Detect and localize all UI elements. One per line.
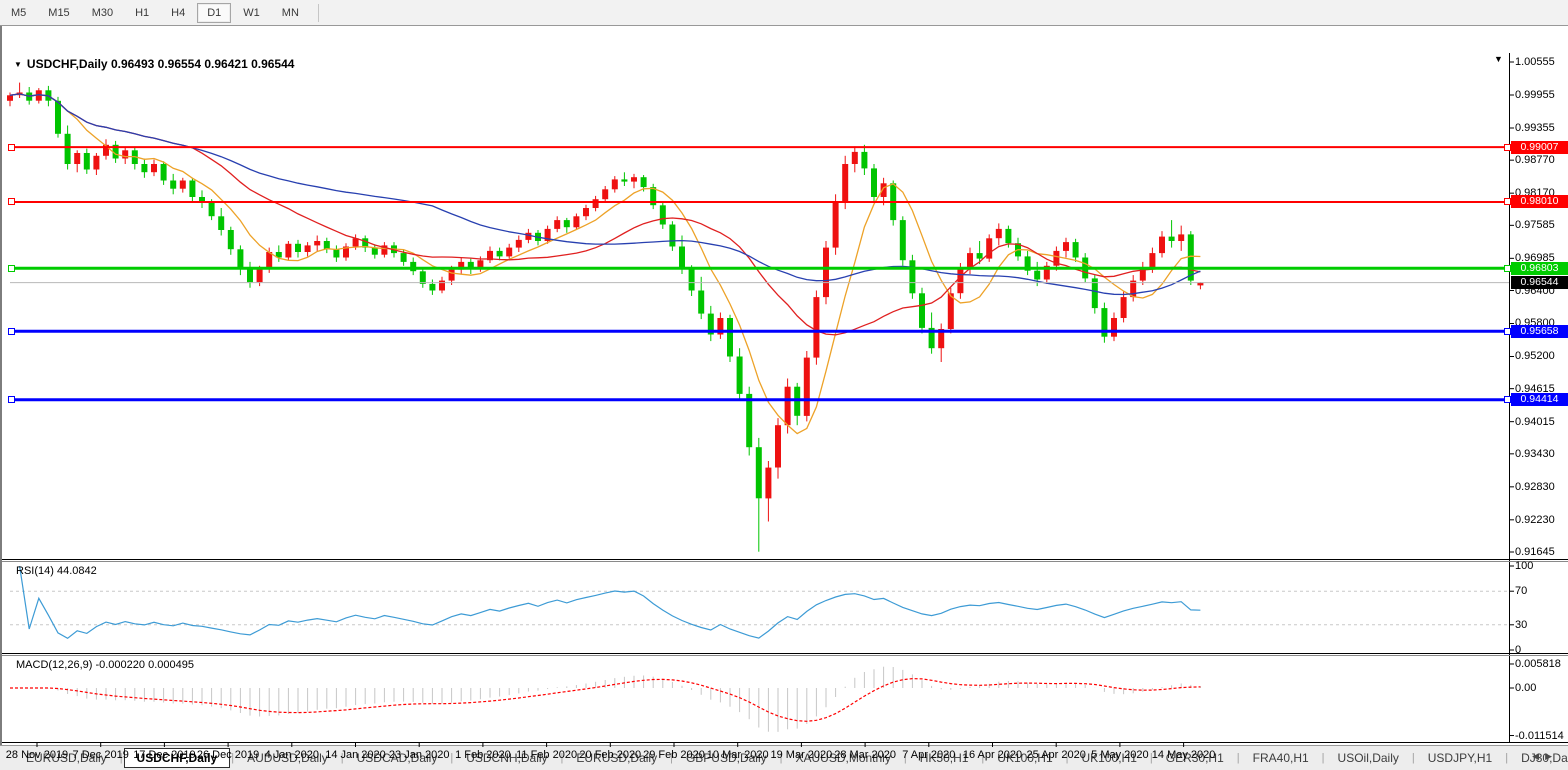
chart-title: USDCHF,Daily 0.96493 0.96554 0.96421 0.9… (27, 57, 295, 71)
price-axis-label: 0.92230 (1515, 514, 1555, 526)
level-line-handle[interactable] (1504, 396, 1511, 403)
rsi-axis-label: 0 (1515, 644, 1521, 656)
price-axis-label: 0.97585 (1515, 219, 1555, 231)
price-axis-label: 0.93430 (1515, 448, 1555, 460)
macd-axis-label: 0.005818 (1515, 658, 1561, 670)
price-axis-label: 0.94015 (1515, 416, 1555, 428)
macd-axis-label: 0.00 (1515, 682, 1536, 694)
timeframe-button-M15[interactable]: M15 (38, 3, 79, 23)
price-level-badge-0.98010: 0.98010 (1511, 195, 1568, 208)
price-axis-label: 0.92830 (1515, 481, 1555, 493)
level-line-handle[interactable] (1504, 198, 1511, 205)
price-axis-label: 0.91645 (1515, 546, 1555, 558)
ma-line-medium (10, 94, 1200, 335)
tab-scroll-left-icon[interactable]: ◀ (1532, 751, 1545, 761)
timeframe-button-H1[interactable]: H1 (125, 3, 159, 23)
macd-indicator-label: MACD(12,26,9) -0.000220 0.000495 (16, 659, 194, 671)
price-axis-label: 0.99355 (1515, 122, 1555, 134)
chart-tab-USDJPY-H1[interactable]: USDJPY,H1 (1416, 748, 1504, 768)
timeframe-button-M5[interactable]: M5 (1, 3, 36, 23)
timeframe-button-M30[interactable]: M30 (82, 3, 123, 23)
level-line-handle[interactable] (8, 265, 15, 272)
ma-line-fast (10, 94, 1200, 434)
level-line-handle[interactable] (8, 328, 15, 335)
level-line-handle[interactable] (8, 144, 15, 151)
price-axis-label: 0.99955 (1515, 89, 1555, 101)
tab-scroll-right-icon[interactable]: ▶ (1545, 751, 1558, 761)
tab-scroll-arrows: ◀▶ (1532, 751, 1558, 762)
timeframe-button-W1[interactable]: W1 (233, 3, 270, 23)
candlestick-series (7, 83, 1203, 552)
price-axis-label: 0.95200 (1515, 350, 1555, 362)
price-axis-label: 0.98770 (1515, 154, 1555, 166)
ma-line-slow (10, 94, 1200, 295)
toolbar-separator (318, 4, 319, 22)
timeframe-button-D1[interactable]: D1 (197, 3, 231, 23)
chart-canvas (2, 26, 1568, 770)
price-level-badge-0.96803: 0.96803 (1511, 262, 1568, 275)
rsi-axis-label: 70 (1515, 585, 1527, 597)
level-line-handle[interactable] (1504, 328, 1511, 335)
date-axis-label: 14 May 2020 (1139, 749, 1229, 761)
timeframe-button-H4[interactable]: H4 (161, 3, 195, 23)
chart-tab-FRA40-H1[interactable]: FRA40,H1 (1241, 748, 1321, 768)
price-level-badge-0.95658: 0.95658 (1511, 325, 1568, 338)
macd-signal-line (10, 679, 1200, 722)
macd-axis-label: -0.011514 (1515, 730, 1564, 742)
chart-shift-icon[interactable]: ▼ (1494, 54, 1503, 64)
chart-tab-USOil-Daily[interactable]: USOil,Daily (1326, 748, 1411, 768)
rsi-indicator-label: RSI(14) 44.0842 (16, 565, 97, 577)
price-level-badge-0.99007: 0.99007 (1511, 141, 1568, 154)
price-axis-label: 1.00555 (1515, 56, 1555, 68)
macd-histogram (10, 667, 1200, 732)
trading-platform-window: M5M15M30H1H4D1W1MN ▼ USDCHF,Daily 0.96493… (0, 0, 1568, 770)
rsi-axis-label: 100 (1515, 560, 1533, 572)
chart-window: ▼ USDCHF,Daily 0.96493 0.96554 0.96421 0.… (0, 26, 1568, 745)
price-level-badge-0.94414: 0.94414 (1511, 393, 1568, 406)
chart-title-bar: ▼ USDCHF,Daily 0.96493 0.96554 0.96421 0.… (14, 57, 294, 71)
level-line-handle[interactable] (1504, 144, 1511, 151)
level-line-handle[interactable] (8, 198, 15, 205)
timeframe-toolbar: M5M15M30H1H4D1W1MN (0, 0, 1568, 26)
level-line-handle[interactable] (8, 396, 15, 403)
current-price-badge: 0.96544 (1511, 276, 1568, 289)
timeframe-button-MN[interactable]: MN (272, 3, 309, 23)
level-line-handle[interactable] (1504, 265, 1511, 272)
symbol-dropdown-icon[interactable]: ▼ (14, 60, 22, 69)
rsi-line (20, 566, 1201, 638)
rsi-axis-label: 30 (1515, 619, 1527, 631)
